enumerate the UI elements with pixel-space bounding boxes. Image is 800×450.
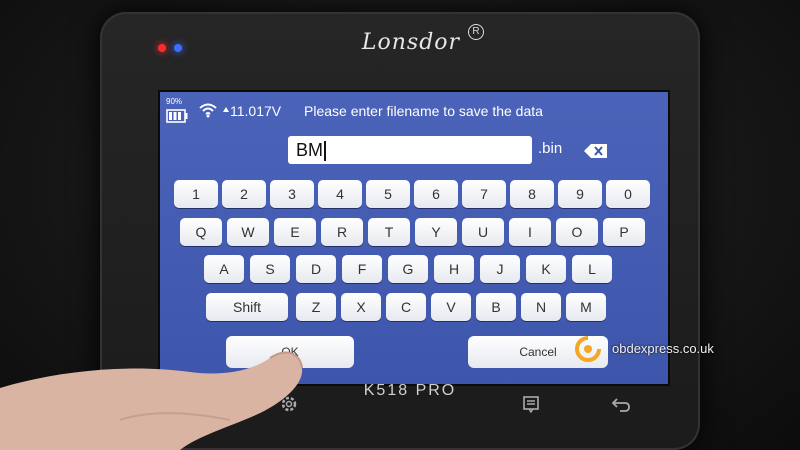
watermark-logo [575, 336, 601, 362]
key-r[interactable]: R [321, 218, 363, 246]
watermark-text: obdexpress.co.uk [612, 341, 714, 356]
back-icon[interactable] [610, 394, 632, 414]
battery-icon [166, 109, 188, 123]
key-n[interactable]: N [521, 293, 561, 321]
backspace-icon[interactable] [584, 144, 608, 158]
voltage-value: 11.017V [230, 103, 282, 119]
filename-value: BM [296, 140, 323, 160]
key-s[interactable]: S [250, 255, 290, 283]
file-extension-label: .bin [538, 140, 563, 157]
key-9[interactable]: 9 [558, 180, 602, 208]
key-k[interactable]: K [526, 255, 566, 283]
key-d[interactable]: D [296, 255, 336, 283]
settings-icon[interactable] [278, 394, 300, 414]
key-o[interactable]: O [556, 218, 598, 246]
key-f[interactable]: F [342, 255, 382, 283]
key-h[interactable]: H [434, 255, 474, 283]
photo-scene: Lonsdor R 90% 11.017V Please enter filen… [0, 0, 800, 450]
key-7[interactable]: 7 [462, 180, 506, 208]
device-model-label: K518 PRO [363, 382, 457, 399]
key-a[interactable]: A [204, 255, 244, 283]
key-b[interactable]: B [476, 293, 516, 321]
menu-icon[interactable] [520, 394, 542, 414]
key-p[interactable]: P [603, 218, 645, 246]
key-w[interactable]: W [227, 218, 269, 246]
key-y[interactable]: Y [415, 218, 457, 246]
key-3[interactable]: 3 [270, 180, 314, 208]
key-shift[interactable]: Shift [206, 293, 288, 321]
key-m[interactable]: M [566, 293, 606, 321]
key-2[interactable]: 2 [222, 180, 266, 208]
key-1[interactable]: 1 [174, 180, 218, 208]
key-0[interactable]: 0 [606, 180, 650, 208]
key-8[interactable]: 8 [510, 180, 554, 208]
key-c[interactable]: C [386, 293, 426, 321]
key-t[interactable]: T [368, 218, 410, 246]
voltage-readout: 11.017V [222, 103, 281, 119]
key-x[interactable]: X [341, 293, 381, 321]
home-icon[interactable] [184, 394, 206, 414]
key-6[interactable]: 6 [414, 180, 458, 208]
battery-indicator: 90% [166, 97, 190, 125]
key-5[interactable]: 5 [366, 180, 410, 208]
key-e[interactable]: E [274, 218, 316, 246]
wifi-icon [199, 103, 217, 118]
key-4[interactable]: 4 [318, 180, 362, 208]
key-j[interactable]: J [480, 255, 520, 283]
registered-mark: R [468, 24, 484, 40]
key-g[interactable]: G [388, 255, 428, 283]
battery-percent: 90% [166, 97, 183, 106]
filename-input[interactable]: BM [288, 136, 532, 164]
status-bar: 90% 11.017V Please enter filename to sav… [160, 92, 668, 130]
voltage-arrow-icon [223, 107, 229, 112]
red-led-indicator [158, 44, 166, 52]
key-i[interactable]: I [509, 218, 551, 246]
key-u[interactable]: U [462, 218, 504, 246]
blue-led-indicator [174, 44, 182, 52]
key-v[interactable]: V [431, 293, 471, 321]
key-z[interactable]: Z [296, 293, 336, 321]
text-cursor [324, 141, 326, 162]
ok-button[interactable]: OK [226, 336, 354, 368]
key-l[interactable]: L [572, 255, 612, 283]
key-q[interactable]: Q [180, 218, 222, 246]
save-filename-prompt: Please enter filename to save the data [304, 103, 543, 119]
device-brand-logo: Lonsdor [361, 30, 461, 55]
